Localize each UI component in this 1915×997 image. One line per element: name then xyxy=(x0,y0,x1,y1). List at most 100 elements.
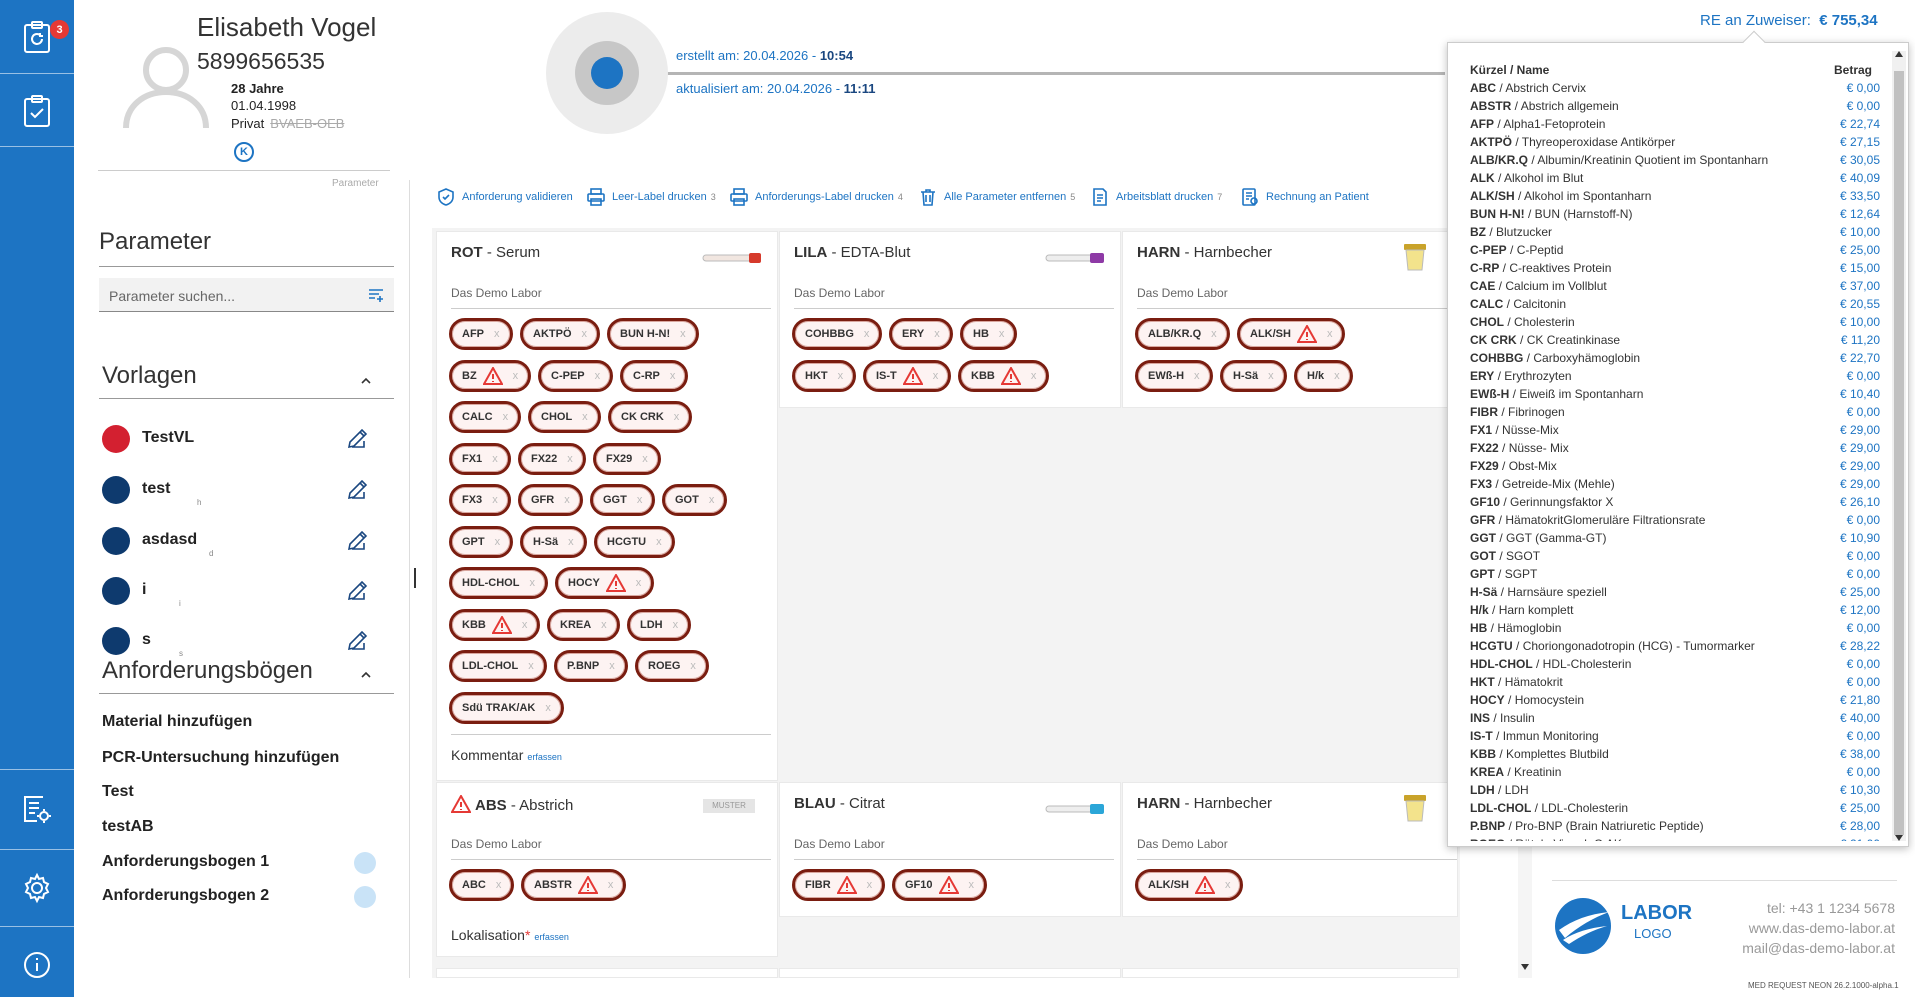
print-empty-label-button[interactable]: Leer-Label drucken 3 xyxy=(586,186,716,208)
remove-chip-icon[interactable]: x xyxy=(582,328,588,340)
parameter-chip[interactable]: Sdü TRAK/AK x xyxy=(449,691,564,724)
parameter-chip[interactable]: AKTPÖ x xyxy=(520,318,600,350)
parameter-chip[interactable]: ALB/KR.Q x xyxy=(1135,318,1230,350)
remove-chip-icon[interactable]: x xyxy=(934,328,940,340)
remove-chip-icon[interactable]: x xyxy=(609,660,615,672)
remove-chip-icon[interactable]: x xyxy=(494,328,500,340)
edit-vorlage-icon[interactable] xyxy=(346,629,372,658)
anforderungsbogen-item[interactable]: Test xyxy=(102,783,134,801)
parameter-chip[interactable]: GFR x xyxy=(518,484,583,516)
parameter-chip[interactable]: LDH x xyxy=(627,608,692,641)
remove-chip-icon[interactable]: x xyxy=(529,577,535,589)
remove-chip-icon[interactable]: x xyxy=(656,536,662,548)
remove-chip-icon[interactable]: x xyxy=(567,453,573,465)
remove-chip-icon[interactable]: x xyxy=(564,494,570,506)
remove-chip-icon[interactable]: x xyxy=(1327,328,1333,340)
parameter-chip[interactable]: IS-T x xyxy=(863,359,952,392)
chevron-up-icon[interactable] xyxy=(361,671,371,678)
vorlage-name[interactable]: TestVL xyxy=(142,429,194,447)
remove-chip-icon[interactable]: x xyxy=(568,536,574,548)
remove-chip-icon[interactable]: x xyxy=(969,879,975,891)
parameter-chip[interactable]: GOT x xyxy=(662,484,728,516)
parameter-chip[interactable]: FX1 x xyxy=(449,442,511,475)
parameter-chip[interactable]: CK CRK x xyxy=(608,401,693,433)
scroll-up-icon[interactable] xyxy=(1895,51,1903,57)
remove-chip-icon[interactable]: x xyxy=(933,370,939,382)
remove-chip-icon[interactable]: x xyxy=(864,328,870,340)
vorlage-name[interactable]: asdasd xyxy=(142,531,197,549)
remove-chip-icon[interactable]: x xyxy=(503,411,509,423)
print-worksheet-button[interactable]: Arbeitsblatt drucken 7 xyxy=(1090,186,1222,208)
remove-chip-icon[interactable]: x xyxy=(492,453,498,465)
remove-chip-icon[interactable]: x xyxy=(642,453,648,465)
timeline-dot[interactable] xyxy=(591,57,623,89)
parameter-chip[interactable]: ERY x xyxy=(889,318,953,350)
anforderungsbogen-item[interactable]: Anforderungsbogen 1 xyxy=(102,853,269,871)
parameter-chip[interactable]: ABC x xyxy=(449,869,515,901)
parameter-chip[interactable]: ALK/SH x xyxy=(1237,318,1346,350)
parameter-chip[interactable]: HB x xyxy=(960,318,1018,350)
remove-chip-icon[interactable]: x xyxy=(513,370,519,382)
remove-chip-icon[interactable]: x xyxy=(528,660,534,672)
comment-field[interactable]: Kommentar erfassen xyxy=(451,747,562,763)
parameter-chip[interactable]: LDL-CHOL x xyxy=(449,650,547,682)
requests-nav-button[interactable]: 3 xyxy=(0,0,74,74)
remove-chip-icon[interactable]: x xyxy=(545,702,551,714)
lab-website[interactable]: www.das-demo-labor.at xyxy=(1720,918,1895,938)
remove-chip-icon[interactable]: x xyxy=(1268,370,1274,382)
parameter-chip[interactable]: HOCY x xyxy=(555,567,655,599)
remove-chip-icon[interactable]: x xyxy=(674,411,680,423)
remove-chip-icon[interactable]: x xyxy=(496,879,502,891)
localisation-field[interactable]: Lokalisation* erfassen xyxy=(451,927,569,943)
parameter-chip[interactable]: KBB x xyxy=(449,608,541,641)
remove-chip-icon[interactable]: x xyxy=(673,619,679,631)
remove-chip-icon[interactable]: x xyxy=(838,370,844,382)
parameter-chip[interactable]: BUN H-N! x xyxy=(607,318,699,350)
parameter-chip[interactable]: FIBR x xyxy=(792,869,886,901)
remove-all-parameters-button[interactable]: Alle Parameter entfernen 5 xyxy=(918,186,1075,208)
localisation-edit-link[interactable]: erfassen xyxy=(534,932,569,942)
anforderungsbogen-item[interactable]: Material hinzufügen xyxy=(102,713,252,731)
anforderungsbogen-item[interactable]: PCR-Untersuchung hinzufügen xyxy=(102,749,339,767)
popup-scrollbar[interactable] xyxy=(1892,51,1906,841)
parameter-chip[interactable]: H-Sä x xyxy=(520,525,587,558)
parameter-chip[interactable]: GPT x xyxy=(449,525,514,558)
settings-nav-button[interactable] xyxy=(0,851,74,925)
remove-chip-icon[interactable]: x xyxy=(636,577,642,589)
remove-chip-icon[interactable]: x xyxy=(522,619,528,631)
edit-vorlage-icon[interactable] xyxy=(346,478,372,507)
remove-chip-icon[interactable]: x xyxy=(1225,879,1231,891)
info-nav-button[interactable] xyxy=(0,928,74,997)
parameter-chip[interactable]: EWß-H x xyxy=(1135,359,1213,392)
remove-chip-icon[interactable]: x xyxy=(1334,370,1340,382)
parameter-chip[interactable]: KREA x xyxy=(547,608,620,641)
popup-scrollbar-thumb[interactable] xyxy=(1894,71,1904,835)
vorlage-name[interactable]: test xyxy=(142,480,170,498)
form-settings-nav-button[interactable] xyxy=(0,772,74,846)
scroll-down-icon[interactable] xyxy=(1895,835,1903,841)
remove-chip-icon[interactable]: x xyxy=(1031,370,1037,382)
parameter-chip[interactable]: KBB x xyxy=(958,359,1050,392)
parameter-chip[interactable]: CHOL x xyxy=(528,401,601,433)
remove-chip-icon[interactable]: x xyxy=(1211,328,1217,340)
remove-chip-icon[interactable]: x xyxy=(608,879,614,891)
parameter-chip[interactable]: GGT x xyxy=(590,484,656,516)
remove-chip-icon[interactable]: x xyxy=(595,370,601,382)
parameter-chip[interactable]: AFP x xyxy=(449,318,513,350)
parameter-chip[interactable]: ABSTR x xyxy=(521,869,627,901)
vorlage-name[interactable]: i xyxy=(142,581,146,599)
remove-chip-icon[interactable]: x xyxy=(709,494,715,506)
remove-chip-icon[interactable]: x xyxy=(690,660,696,672)
parameter-chip[interactable]: COHBBG x xyxy=(792,318,883,350)
resize-handle[interactable] xyxy=(414,568,416,588)
invoice-total-link[interactable]: RE an Zuweiser: € 755,34 xyxy=(1700,12,1878,29)
remove-chip-icon[interactable]: x xyxy=(670,370,676,382)
remove-chip-icon[interactable]: x xyxy=(867,879,873,891)
validate-request-button[interactable]: Anforderung validieren xyxy=(436,186,577,208)
lab-email[interactable]: mail@das-demo-labor.at xyxy=(1720,938,1895,958)
chevron-up-icon[interactable] xyxy=(361,377,371,384)
parameter-chip[interactable]: H/k x xyxy=(1294,359,1353,392)
parameter-chip[interactable]: FX29 x xyxy=(593,442,661,475)
parameter-chip[interactable]: P.BNP x xyxy=(554,650,628,682)
anforderungsbogen-item[interactable]: Anforderungsbogen 2 xyxy=(102,887,269,905)
